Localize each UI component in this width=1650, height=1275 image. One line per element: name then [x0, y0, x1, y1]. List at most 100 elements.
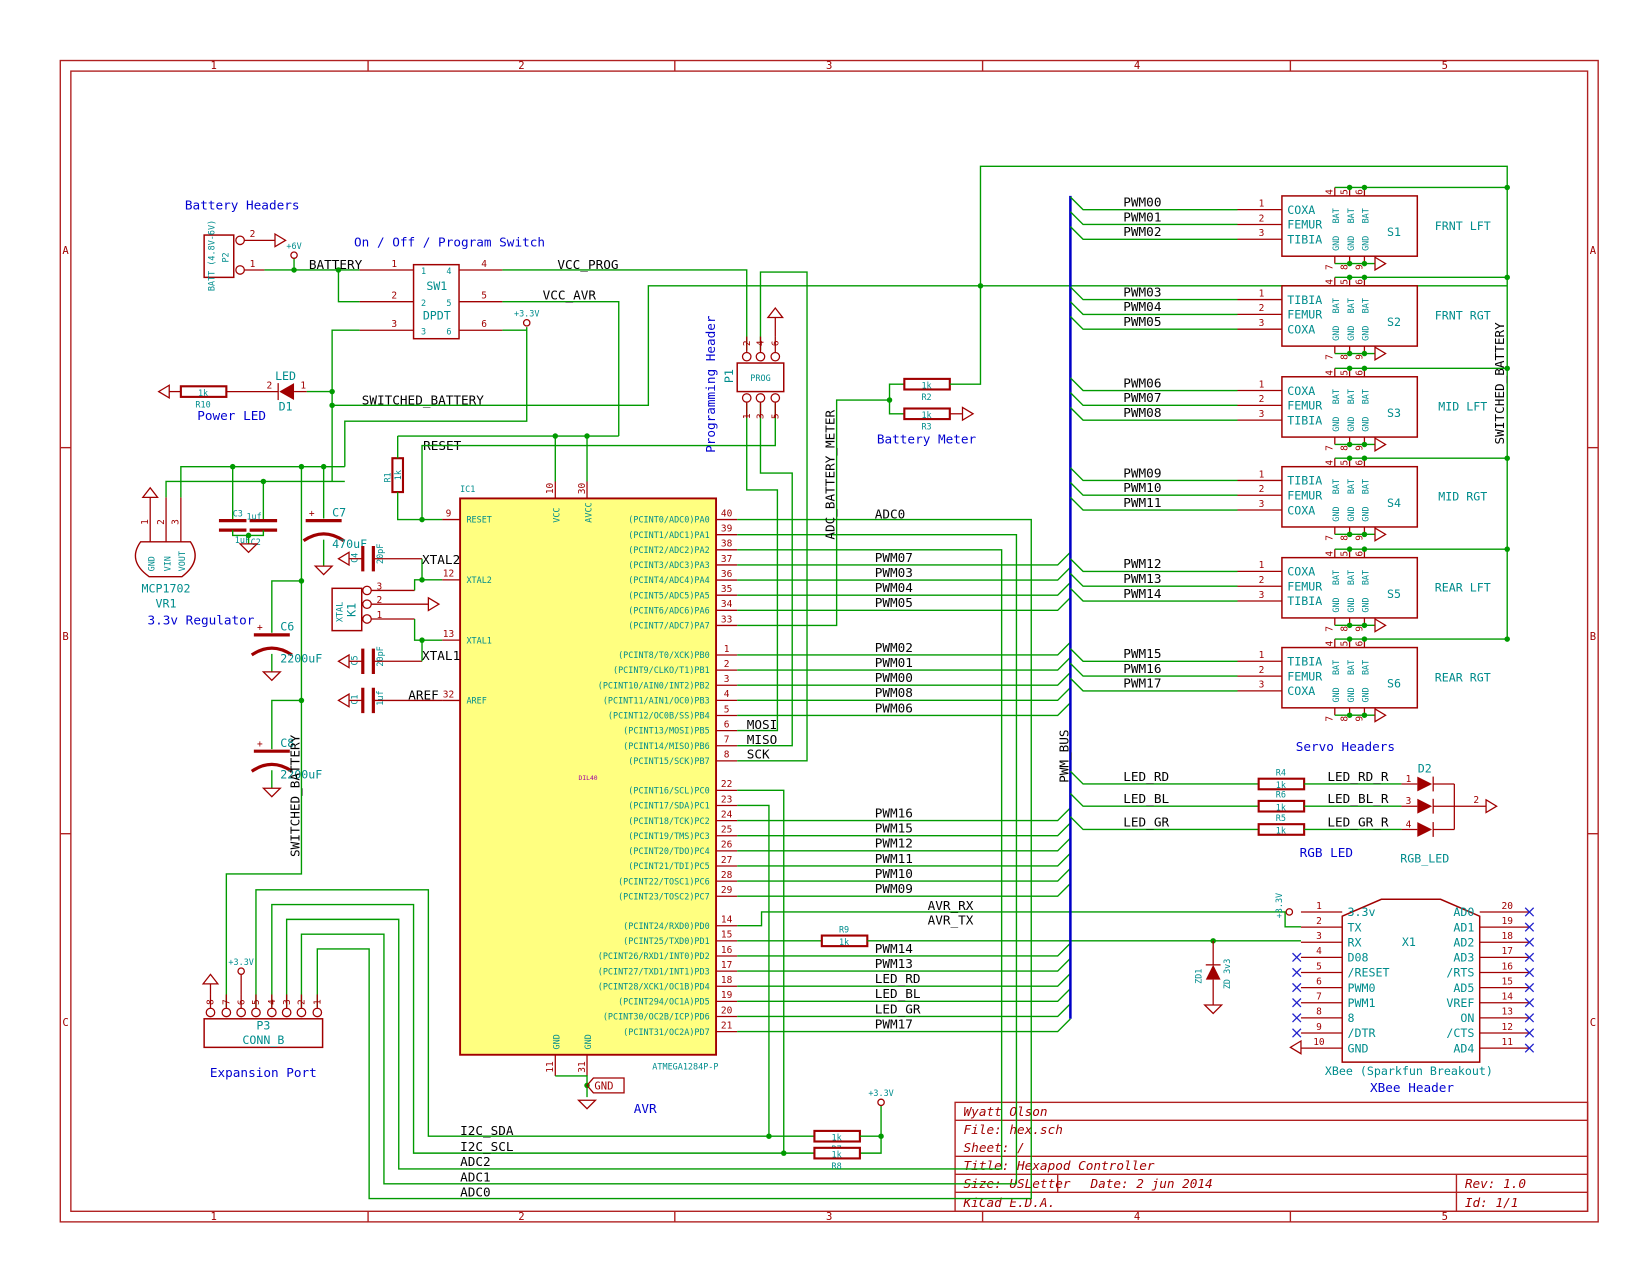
- pin-name: GND: [1361, 236, 1371, 251]
- pin-circle: [235, 235, 245, 246]
- pin-number: 2: [1259, 303, 1265, 314]
- power-label: +3.3V: [228, 957, 253, 967]
- pin-name: BAT: [1361, 389, 1371, 404]
- pin-number: 12: [443, 569, 454, 580]
- pin-circle: [755, 393, 766, 403]
- net-label: PWM17: [875, 1016, 913, 1031]
- ground-icon: [766, 306, 784, 319]
- pin-number: 6: [236, 999, 247, 1005]
- junction-dot: [1361, 622, 1368, 629]
- pin-number: 5: [770, 413, 781, 419]
- pin-name: GND: [1346, 506, 1356, 521]
- pin-number: 14: [721, 915, 733, 926]
- resistor-ref: R1: [382, 472, 392, 482]
- power-flag-icon: [877, 1098, 885, 1107]
- joint-label: TIBIA: [1287, 413, 1322, 427]
- pin-number: 2: [156, 519, 167, 525]
- ground-icon: [337, 551, 350, 567]
- resistor-value: 1k: [839, 937, 849, 947]
- pin-name: (PCINT5/ADC5)PA5: [628, 590, 709, 600]
- net-label-vcc-prog: VCC_PROG: [557, 257, 618, 272]
- note-xbee-header: XBee Header: [1370, 1080, 1454, 1095]
- cap-value: 1uf: [246, 512, 261, 522]
- row-label: C: [62, 1017, 68, 1029]
- note-avr: AVR: [634, 1101, 657, 1116]
- pin-number: 26: [721, 840, 733, 851]
- pin-name: (PCINT23/TOSC2)PC7: [618, 891, 710, 901]
- pin-number: 2: [391, 291, 397, 302]
- pin-number: 1: [312, 999, 323, 1005]
- junction-dot: [1346, 365, 1353, 372]
- pin-circle: [741, 351, 752, 362]
- net-label: LED_RD: [875, 971, 921, 986]
- ground-icon: [261, 671, 282, 682]
- pin-name: GND: [552, 1034, 562, 1049]
- wire: [337, 269, 360, 303]
- pin-number: 3: [282, 999, 293, 1005]
- pin-name: /RTS: [1446, 966, 1474, 980]
- pin-name: /CTS: [1446, 1026, 1474, 1040]
- pin-name: (PCINT22/TOSC1)PC6: [618, 876, 710, 886]
- pin-number: 36: [721, 569, 733, 580]
- pin-number: 3: [171, 519, 182, 525]
- pin-number: 5: [1316, 961, 1322, 972]
- p2-ref: P2: [220, 252, 230, 262]
- column-label: 5: [1442, 60, 1448, 72]
- wire: [737, 403, 793, 747]
- xbee-ref: X1: [1402, 935, 1416, 949]
- pin-name: GND: [1331, 597, 1341, 612]
- pin-name: GND: [583, 1034, 593, 1049]
- pin-name: (PCINT31/OC2A)PD7: [623, 1027, 710, 1037]
- pin-name: (PCINT27/TXD1/INT1)PD3: [598, 966, 710, 976]
- pin-name: BAT: [1361, 570, 1371, 585]
- ground-icon: [201, 973, 220, 985]
- cap-ref: C5: [349, 655, 359, 665]
- ground-icon: [1203, 1004, 1224, 1015]
- pin-number: 7: [1325, 354, 1336, 360]
- k1-ref: K1: [344, 603, 358, 617]
- pin-number: 3: [1259, 499, 1265, 510]
- cap-value: 20pF: [375, 544, 385, 564]
- net-label-xtal2: XTAL2: [422, 552, 460, 567]
- pin-name: GND: [1361, 416, 1371, 431]
- pin-number: 1: [1259, 288, 1265, 299]
- pin-name: XTAL1: [466, 635, 491, 645]
- joint-label: FEMUR: [1287, 669, 1322, 683]
- row-label: C: [1590, 1017, 1596, 1029]
- net-label: PWM14: [875, 941, 914, 956]
- pin-number: 19: [1501, 916, 1513, 927]
- pin-number: 2: [1316, 916, 1322, 927]
- pin-name: (PCINT19/TMS)PC3: [628, 831, 709, 841]
- pin-name: 3.3v: [1348, 905, 1376, 919]
- net-label-switched-battery: SWITCHED_BATTERY: [362, 392, 485, 407]
- junction-dot: [1504, 274, 1510, 281]
- ground-icon: [274, 232, 287, 248]
- xbee-value: XBee (Sparkfun Breakout): [1325, 1064, 1493, 1078]
- pin-name: (PCINT3/ADC3)PA3: [628, 560, 709, 570]
- pin-name: AD2: [1453, 935, 1474, 949]
- wire: [165, 480, 345, 498]
- net-label-aref: AREF: [408, 687, 439, 702]
- pin-number: 4: [724, 689, 730, 700]
- wire: [737, 403, 779, 732]
- pin-number: 19: [721, 990, 733, 1001]
- pin-name: (PCINT13/MOSI)PB5: [623, 726, 710, 736]
- ground-icon: [141, 486, 159, 498]
- pin-number: 18: [1501, 931, 1513, 942]
- net-label: PWM03: [1123, 284, 1161, 299]
- column-label: 2: [518, 1211, 524, 1223]
- ground-icon: [1289, 1039, 1302, 1055]
- pin-number: 3: [391, 319, 397, 330]
- pin-number: 2: [1259, 394, 1265, 405]
- pin-name: 2: [421, 298, 426, 308]
- pin-name: BAT: [1361, 298, 1371, 313]
- servo-name: REAR LFT: [1435, 580, 1491, 594]
- pin-name: BAT: [1346, 570, 1356, 585]
- pin-name: ON: [1460, 1011, 1474, 1025]
- junction-dot: [1361, 712, 1368, 718]
- net-label: PWM09: [875, 881, 913, 896]
- ground-icon: [1374, 437, 1387, 452]
- pin-number: 33: [721, 614, 732, 625]
- net-label: PWM00: [875, 670, 913, 685]
- pin-number: 3: [1316, 931, 1322, 942]
